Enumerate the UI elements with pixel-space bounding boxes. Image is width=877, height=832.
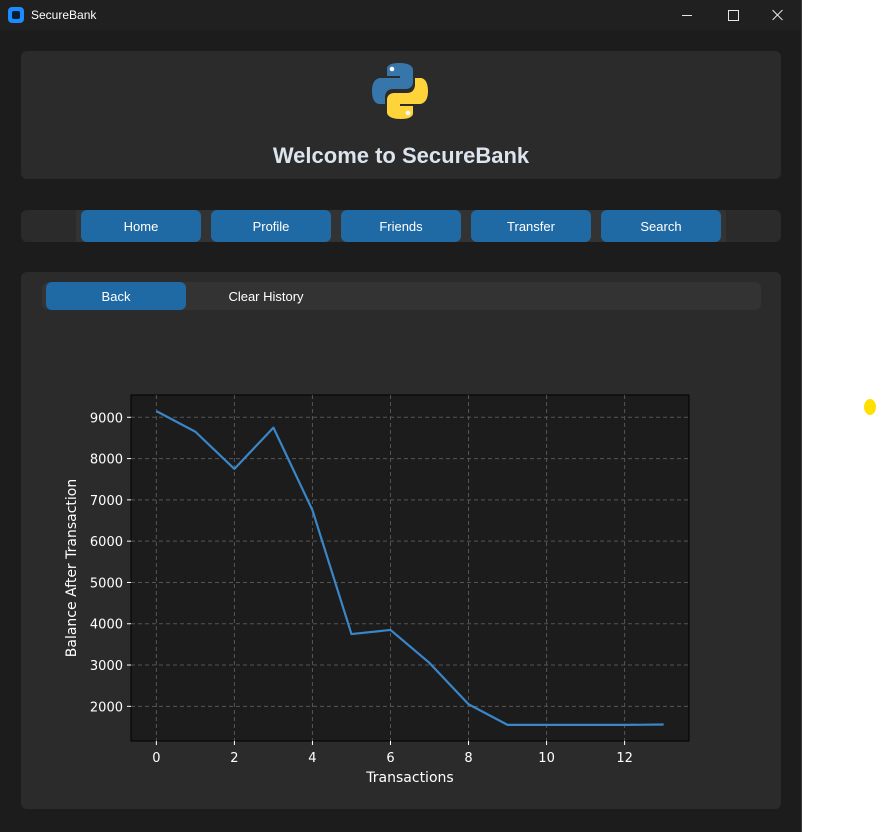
x-tick-label: 0 (152, 751, 160, 766)
y-tick-label: 9000 (90, 411, 123, 426)
x-tick-label: 6 (386, 751, 394, 766)
app-window: SecureBank Welcome to SecureBank Home Pr… (0, 0, 802, 832)
x-tick-label: 4 (308, 751, 316, 766)
x-tick-label: 12 (616, 751, 633, 766)
x-tick-label: 8 (464, 751, 472, 766)
y-tick-label: 8000 (90, 453, 123, 468)
plot-area (130, 394, 690, 742)
y-tick-label: 2000 (90, 700, 123, 715)
highlight-marker (864, 399, 876, 415)
x-tick-label: 2 (230, 751, 238, 766)
x-axis-label: Transactions (365, 770, 453, 786)
balance-chart: 0 2 4 6 8 10 12 2000 3000 4000 5000 6000 7000 8000 900… (64, 394, 690, 786)
x-tick-label: 10 (538, 751, 555, 766)
y-tick-label: 3000 (90, 659, 123, 674)
y-tick-label: 4000 (90, 618, 123, 633)
y-tick-label: 7000 (90, 494, 123, 509)
y-axis-label: Balance After Transaction (64, 479, 80, 657)
y-tick-label: 5000 (90, 576, 123, 591)
y-tick-label: 6000 (90, 535, 123, 550)
